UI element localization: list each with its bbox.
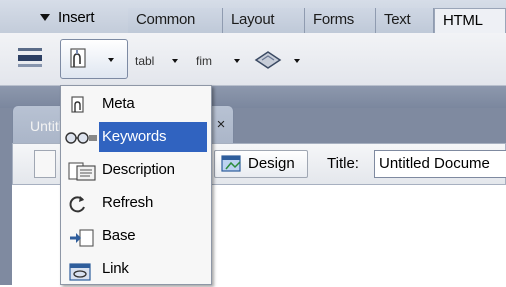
menu-item-base[interactable]: Base [62,221,210,251]
script-icon[interactable] [253,48,283,72]
frame-button-label[interactable]: fim [196,54,212,68]
tab-layout[interactable]: Layout [223,8,305,33]
table-dropdown-icon[interactable] [172,59,178,63]
close-icon[interactable]: × [213,117,229,133]
code-view-button[interactable] [34,150,56,178]
insert-collapse-arrow-icon[interactable] [40,14,50,21]
script-dropdown-icon[interactable] [294,59,300,63]
horizontal-rule-button[interactable] [16,45,44,71]
table-button-label[interactable]: tabl [135,54,154,68]
base-icon [68,227,96,247]
document-tab-label: Untitl [30,118,62,134]
tab-common[interactable]: Common [128,8,223,33]
menu-item-link[interactable]: Link [62,254,210,284]
description-icon [68,161,100,181]
insert-bar-title[interactable]: Insert [58,8,95,28]
head-dropdown-icon[interactable] [108,58,114,62]
document-title-input[interactable]: Untitled Docume [374,150,506,178]
menu-item-label: Description [102,161,175,178]
menu-item-label: Keywords [99,122,207,152]
design-view-icon [220,153,244,175]
design-view-label: Design [248,155,295,172]
menu-item-label: Base [102,227,136,244]
menu-item-meta[interactable]: Meta [62,89,210,119]
menu-item-description[interactable]: Description [62,155,210,185]
tab-forms[interactable]: Forms [305,8,376,33]
meta-icon [68,95,88,115]
link-icon [68,260,96,281]
menu-item-label: Meta [102,95,135,112]
menu-item-label: Refresh [102,194,154,211]
title-label: Title: [327,155,359,172]
horizontal-rule-icon [18,48,42,67]
head-icon [66,46,92,72]
menu-item-keywords[interactable]: Keywords [62,122,210,152]
tab-text[interactable]: Text [376,8,434,33]
menu-item-refresh[interactable]: Refresh [62,188,210,218]
tab-html[interactable]: HTML [434,8,506,33]
frame-dropdown-icon[interactable] [234,59,240,63]
refresh-icon [68,194,88,214]
keywords-icon [64,128,98,148]
menu-item-label: Link [102,260,129,277]
head-menu: Meta Keywords Description Refresh Base L… [60,85,212,285]
